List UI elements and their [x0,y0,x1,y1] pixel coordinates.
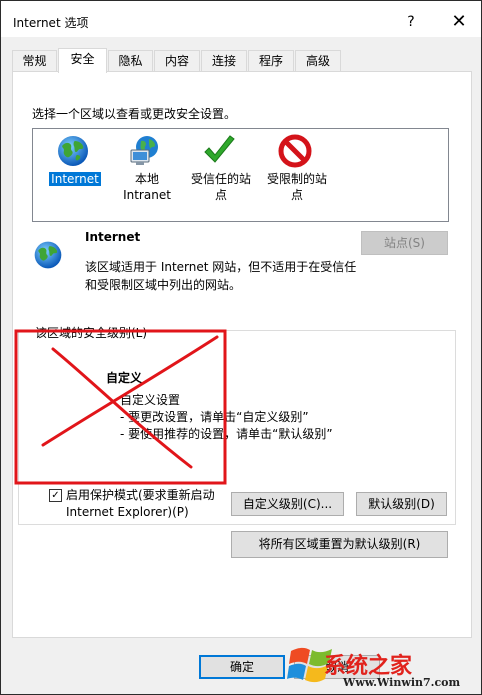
protected-mode-label-2: Internet Explorer)(P) [66,505,189,519]
close-button[interactable]: ✕ [447,10,471,34]
selected-zone-name: Internet [85,230,141,244]
help-button[interactable]: ? [399,10,423,34]
watermark-url: Www.Winwin7.com [343,676,461,689]
internet-options-dialog: Internet 选项 ? ✕ 常规 安全 隐私 内容 连接 程序 高级 选择一… [0,0,482,695]
tab-programs[interactable]: 程序 [248,50,294,72]
zone-restricted-sites-label-2: 点 [290,188,303,202]
zone-instruction: 选择一个区域以查看或更改安全设置。 [32,107,237,121]
ok-button[interactable]: 确定 [199,655,285,679]
tab-advanced[interactable]: 高级 [295,50,341,72]
tab-general[interactable]: 常规 [12,50,57,72]
zone-description-line-2: 和受限制区域中列出的网站。 [85,278,242,292]
selected-zone-description: 该区域适用于 Internet 网站，但不适用于在受信任 和受限制区域中列出的网… [85,258,365,294]
zone-restricted-sites-label-1: 受限制的站 [266,172,327,186]
local-intranet-icon [130,136,158,165]
window-title: Internet 选项 [13,16,89,30]
zone-description-line-1: 该区域适用于 Internet 网站，但不适用于在受信任 [85,260,357,274]
tab-content[interactable]: 内容 [154,50,200,72]
red-cross-annotation [14,329,227,485]
default-level-button[interactable]: 默认级别(D) [356,492,447,516]
green-checkmark-icon [204,135,235,163]
zone-internet-label: Internet [49,172,101,186]
zone-local-intranet-label-1: 本地 [134,172,159,186]
custom-level-button[interactable]: 自定义级别(C)... [231,492,344,516]
red-prohibited-icon [278,134,312,168]
globe-icon [58,136,88,166]
selected-zone-globe-icon [34,241,62,269]
title-bar: Internet 选项 ? ✕ [1,1,481,37]
sites-button[interactable]: 站点(S) [361,231,448,255]
tab-security[interactable]: 安全 [58,48,107,73]
zone-local-intranet-label-2: Intranet [123,188,171,202]
tab-privacy[interactable]: 隐私 [108,50,153,72]
protected-mode-checkbox[interactable]: ✓ [49,489,62,502]
reset-all-zones-button[interactable]: 将所有区域重置为默认级别(R) [231,531,448,558]
zone-list: Internet 本地 Intranet 受信任的站点 受限制的站 点 [32,128,449,222]
tab-strip: 常规 安全 隐私 内容 连接 程序 高级 [12,48,472,73]
zone-trusted-sites-label-1: 受信任的站 [190,172,251,186]
protected-mode-label-1: 启用保护模式(要求重新启动 [66,488,215,502]
zone-trusted-sites-label-2: 点 [214,188,227,202]
tab-connections[interactable]: 连接 [201,50,247,72]
